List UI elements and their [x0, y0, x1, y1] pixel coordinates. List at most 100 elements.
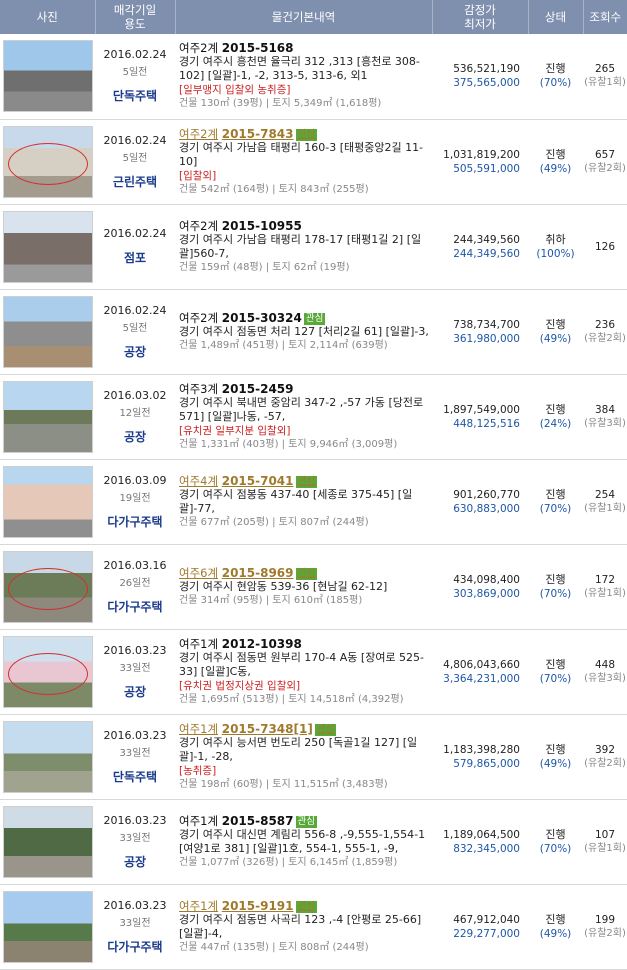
photo-cell — [0, 544, 95, 630]
case-number-link[interactable]: 여주2계 2015-10955 — [179, 219, 429, 233]
property-photo[interactable] — [3, 465, 93, 538]
table-row[interactable]: 2016.02.24 5일전 근린주택 여주2계 2015-7843 관심 경기 여주시 … — [0, 119, 627, 205]
table-row[interactable]: 2016.03.23 33일전 다가구주택 여주1계 2015-9191 관심 경기 여주… — [0, 884, 627, 970]
interest-badge[interactable]: 관심 — [303, 312, 326, 325]
property-photo[interactable] — [3, 295, 93, 368]
price-cell: 1,031,819,200 505,591,000 — [432, 119, 528, 205]
usage-type: 공장 — [123, 684, 147, 699]
case-no: 2012-10398 — [221, 636, 302, 651]
minimum-price: 375,565,000 — [453, 77, 520, 90]
header-price[interactable]: 감정가 최저가 — [432, 0, 529, 34]
price-cell: 467,912,040 229,277,000 — [432, 884, 528, 970]
case-no: 2015-8969 — [221, 565, 294, 580]
minimum-price: 579,865,000 — [453, 757, 520, 770]
photo-cell — [0, 119, 95, 205]
property-photo[interactable] — [3, 210, 93, 283]
case-number-link[interactable]: 여주1계 2015-9191 관심 — [179, 899, 429, 913]
sale-date: 2016.03.23 — [103, 898, 167, 912]
photo-cell — [0, 799, 95, 885]
table-row[interactable]: 2016.03.23 33일전 공장 여주1계 2015-8587 관심 경기 여주시 대… — [0, 799, 627, 885]
highlight-circle — [8, 567, 88, 610]
table-row[interactable]: 2016.03.23 33일전 공장 여주1계 2012-10398 경기 여주시 점동… — [0, 629, 627, 715]
appraisal-price: 467,912,040 — [453, 913, 520, 926]
header-views[interactable]: 조회수 — [583, 0, 627, 34]
table-row[interactable]: 2016.03.23 33일전 단독주택 여주1계 2015-7348[1] 관심 경기 … — [0, 714, 627, 800]
view-count: 254 — [594, 488, 616, 501]
case-number-link[interactable]: 여주3계 2015-2459 — [179, 382, 429, 396]
area-info: 건물 198㎡ (60평) | 토지 11,515㎡ (3,483평) — [179, 778, 388, 790]
case-no: 2015-5168 — [221, 41, 294, 56]
view-count: 392 — [594, 743, 616, 756]
date-cell: 2016.03.09 19일전 다가구주택 — [95, 459, 175, 545]
min-price-percent: (70%) — [539, 672, 572, 685]
court: 여주1계 — [179, 813, 219, 828]
case-no: 2015-7041 — [221, 473, 294, 488]
days-ago: 5일전 — [122, 322, 148, 334]
court: 여주1계 — [179, 721, 219, 736]
info-cell: 여주1계 2015-8587 관심 경기 여주시 대신면 계림리 556-8 ,-9… — [175, 799, 432, 885]
property-photo[interactable] — [3, 125, 93, 198]
court: 여주4계 — [179, 473, 219, 488]
date-cell: 2016.02.24 5일전 공장 — [95, 289, 175, 375]
address: 경기 여주시 점동면 원부리 170-4 A동 [장여로 525-33] [일괄… — [179, 650, 425, 678]
case-no: 2015-9191 — [221, 898, 294, 913]
min-price-percent: (100%) — [536, 247, 575, 260]
header-photo[interactable]: 사진 — [0, 0, 96, 34]
interest-badge[interactable]: 관심 — [295, 567, 317, 580]
view-count: 448 — [594, 658, 616, 671]
views-cell: 254 (유찰1회) — [583, 459, 627, 545]
header-sale-date[interactable]: 매각기일 용도 — [95, 0, 176, 34]
table-row[interactable]: 2016.03.16 26일전 다가구주택 여주6계 2015-8969 관심 경기 여주… — [0, 544, 627, 630]
property-photo[interactable] — [3, 550, 93, 623]
interest-badge[interactable]: 관심 — [314, 723, 337, 736]
court: 여주3계 — [179, 381, 219, 396]
table-row[interactable]: 2016.03.02 12일전 공장 여주3계 2015-2459 경기 여주시 북내면… — [0, 374, 627, 460]
property-photo[interactable] — [3, 635, 93, 708]
info-cell: 여주1계 2015-9191 관심 경기 여주시 점동면 사곡리 123 ,-4 [… — [175, 884, 432, 970]
header-status[interactable]: 상태 — [528, 0, 584, 34]
table-row[interactable]: 2016.02.24 점포 여주2계 2015-10955 경기 여주시 가남읍 태평… — [0, 204, 627, 290]
case-number-link[interactable]: 여주6계 2015-8969 관심 — [179, 566, 429, 580]
area-info: 건물 447㎡ (135평) | 토지 808㎡ (244평) — [179, 941, 369, 953]
header-basic-info[interactable]: 물건기본내역 — [175, 0, 433, 34]
table-row[interactable]: 2016.02.24 5일전 단독주택 여주2계 2015-5168 경기 여주시 흥천… — [0, 34, 627, 120]
sale-date: 2016.02.24 — [103, 48, 167, 62]
info-cell: 여주1계 2015-7348[1] 관심 경기 여주시 능서면 번도리 250 [독… — [175, 714, 432, 800]
court: 여주6계 — [179, 565, 219, 580]
date-cell: 2016.03.23 33일전 단독주택 — [95, 714, 175, 800]
date-cell: 2016.03.23 33일전 공장 — [95, 629, 175, 715]
price-cell: 1,183,398,280 579,865,000 — [432, 714, 528, 800]
interest-badge[interactable]: 관심 — [295, 900, 317, 913]
usage-type: 단독주택 — [112, 769, 158, 784]
fail-count: (유찰1회) — [584, 587, 626, 599]
usage-type: 다가구주택 — [107, 599, 163, 614]
appraisal-price: 1,189,064,500 — [443, 828, 520, 841]
property-photo[interactable] — [3, 380, 93, 453]
fail-count: (유찰3회) — [584, 417, 626, 429]
auction-list-table: 사진 매각기일 용도 물건기본내역 감정가 최저가 상태 조회수 2016.02.2… — [0, 0, 627, 970]
case-number-link[interactable]: 여주4계 2015-7041 관심 — [179, 474, 429, 488]
property-photo[interactable] — [3, 805, 93, 878]
case-number-link[interactable]: 여주1계 2015-7348[1] 관심 — [179, 722, 429, 736]
table-row[interactable]: 2016.02.24 5일전 공장 여주2계 2015-30324 관심 경기 여주시 점… — [0, 289, 627, 375]
case-number-link[interactable]: 여주2계 2015-5168 — [179, 41, 429, 55]
photo-cell — [0, 204, 95, 290]
case-number-link[interactable]: 여주1계 2012-10398 — [179, 637, 429, 651]
case-number-link[interactable]: 여주2계 2015-7843 관심 — [179, 127, 429, 141]
court: 여주2계 — [179, 218, 219, 233]
case-number-link[interactable]: 여주1계 2015-8587 관심 — [179, 814, 429, 828]
interest-badge[interactable]: 관심 — [295, 128, 317, 141]
table-row[interactable]: 2016.03.09 19일전 다가구주택 여주4계 2015-7041 관심 경기 여주… — [0, 459, 627, 545]
interest-badge[interactable]: 관심 — [295, 475, 317, 488]
days-ago: 12일전 — [119, 407, 151, 419]
property-photo[interactable] — [3, 40, 93, 113]
case-number-link[interactable]: 여주2계 2015-30324 관심 — [179, 311, 429, 325]
sale-date: 2016.03.02 — [103, 388, 167, 402]
view-count: 236 — [594, 318, 616, 331]
property-photo[interactable] — [3, 720, 93, 793]
area-info: 건물 1,489㎡ (451평) | 토지 2,114㎡ (639평) — [179, 339, 388, 351]
price-cell: 4,806,043,660 3,364,231,000 — [432, 629, 528, 715]
interest-badge[interactable]: 관심 — [295, 815, 317, 828]
property-photo[interactable] — [3, 890, 93, 963]
sale-date: 2016.02.24 — [103, 227, 167, 240]
